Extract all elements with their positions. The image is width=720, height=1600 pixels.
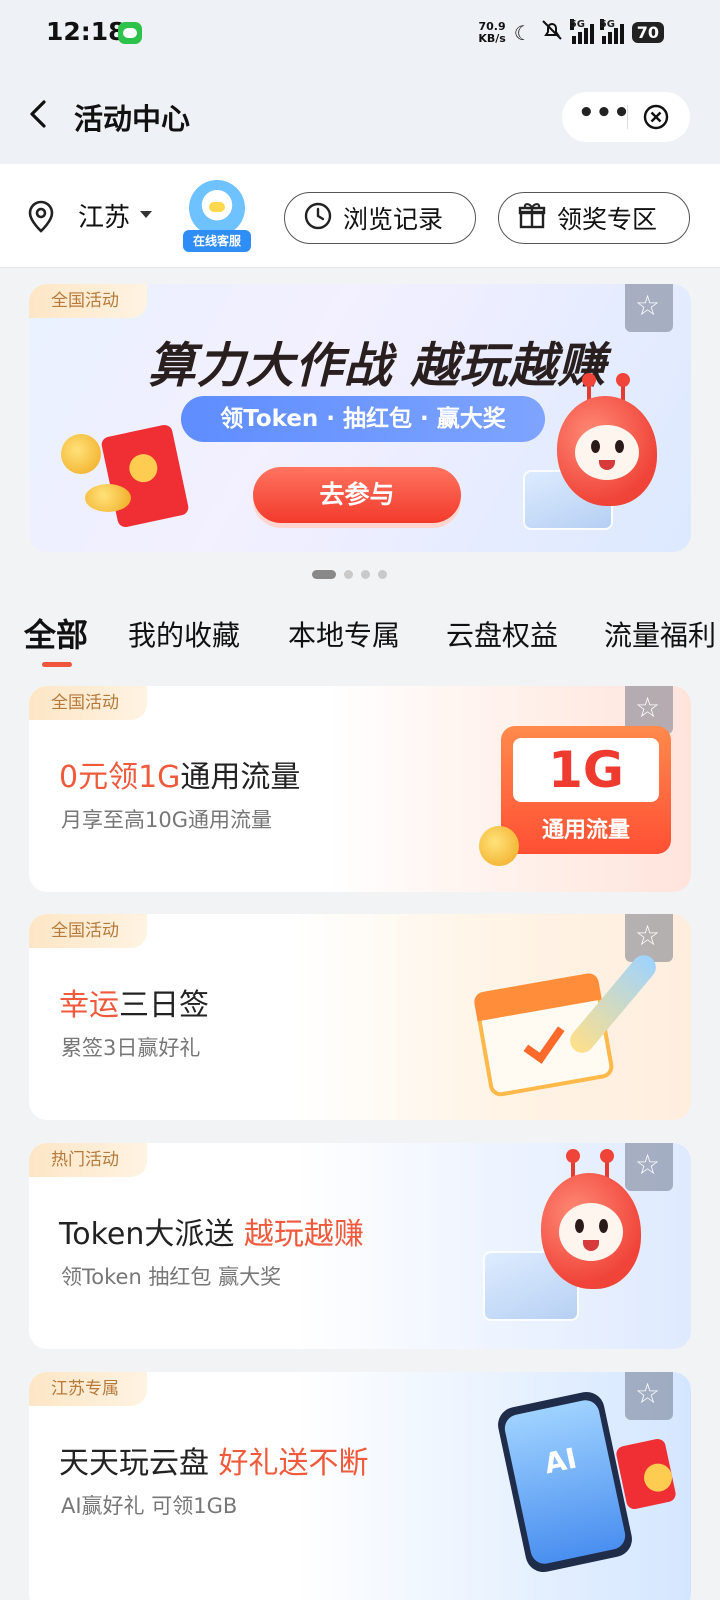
- signal-icon: 5G: [569, 18, 594, 44]
- tab-favorites[interactable]: 我的收藏: [128, 614, 240, 654]
- coin-illustration: [61, 434, 101, 474]
- activity-tag: 全国活动: [29, 686, 147, 720]
- card-description: 领Token 抽红包 赢大奖: [61, 1265, 282, 1289]
- card-title-highlight: 幸运: [59, 988, 119, 1023]
- red-packet-illustration: [100, 423, 190, 529]
- card-title-rest: 三日签: [119, 988, 209, 1023]
- data-package-illustration: 1G 通用流量: [371, 686, 691, 892]
- ticket-amount: 1G: [513, 738, 659, 802]
- caret-down-icon[interactable]: [140, 211, 152, 218]
- card-title-plain: 天天玩云盘: [59, 1446, 219, 1481]
- card-title-plain: Token大派送: [59, 1217, 244, 1252]
- activity-card[interactable]: 全国活动 幸运三日签 累签3日赢好礼: [29, 914, 691, 1120]
- banner-subtitle: 领Token · 抽红包 · 赢大奖: [181, 396, 545, 442]
- phone-illustration: [494, 1388, 636, 1576]
- tab-all[interactable]: 全部: [24, 610, 88, 656]
- mini-program-capsule: •••: [562, 92, 690, 142]
- network-type-2: 5G: [599, 18, 615, 30]
- data-ticket-illustration: 1G 通用流量: [501, 726, 671, 854]
- promo-banner[interactable]: 全国活动 算力大作战 越玩越赚 领Token · 抽红包 · 赢大奖 去参与: [29, 284, 691, 552]
- customer-service-avatar-icon: [189, 180, 245, 236]
- activity-card[interactable]: 江苏专属 天天玩云盘 好礼送不断 AI赢好礼 可领1GB: [29, 1372, 691, 1600]
- network-speed: 70.9 KB/s: [478, 19, 506, 45]
- network-speed-value: 70.9: [478, 19, 506, 33]
- clock-icon: [303, 201, 333, 235]
- activity-card[interactable]: 热门活动 Token大派送 越玩越赚 领Token 抽红包 赢大奖: [29, 1143, 691, 1349]
- card-description: AI赢好礼 可领1GB: [61, 1494, 238, 1518]
- signal-icon-2: 5G: [599, 18, 624, 44]
- card-title: Token大派送 越玩越赚: [59, 1209, 364, 1253]
- card-title: 天天玩云盘 好礼送不断: [59, 1438, 369, 1482]
- browsing-history-button[interactable]: 浏览记录: [284, 192, 476, 244]
- carousel-indicator: [312, 570, 387, 579]
- card-description: 月享至高10G通用流量: [61, 808, 272, 832]
- card-title: 幸运三日签: [59, 980, 209, 1024]
- red-packet-illustration: [614, 1437, 678, 1511]
- activity-tag: 全国活动: [29, 284, 147, 318]
- activity-tag: 江苏专属: [29, 1372, 147, 1406]
- tab-cloud-benefits[interactable]: 云盘权益: [446, 614, 558, 654]
- banner-title: 算力大作战 越玩越赚: [147, 338, 607, 394]
- status-bar: 12:18 70.9 KB/s ☾ 5G 5G 70: [0, 0, 720, 68]
- status-time: 12:18: [46, 17, 126, 46]
- mascot-illustration: [557, 372, 657, 506]
- reward-zone-label: 领奖专区: [557, 205, 658, 234]
- cloud-drive-ai-illustration: [371, 1372, 691, 1578]
- nav-header: 活动中心 •••: [0, 68, 720, 164]
- calendar-checkin-illustration: [371, 914, 691, 1120]
- network-type-1: 5G: [569, 18, 585, 30]
- card-title-highlight: 好礼送不断: [218, 1446, 369, 1481]
- activity-tag: 热门活动: [29, 1143, 147, 1177]
- gift-icon: [517, 201, 547, 235]
- card-title: 0元领1G通用流量: [59, 752, 300, 796]
- category-tabs: 全部 我的收藏 本地专属 云盘权益 流量福利: [0, 608, 720, 674]
- more-icon[interactable]: •••: [578, 100, 630, 132]
- card-title-highlight: 越玩越赚: [243, 1217, 364, 1252]
- page-title: 活动中心: [74, 102, 191, 136]
- network-speed-unit: KB/s: [478, 31, 506, 45]
- status-icons: 70.9 KB/s ☾ 5G 5G 70: [478, 18, 664, 47]
- reward-zone-button[interactable]: 领奖专区: [498, 192, 690, 244]
- activity-tag: 全国活动: [29, 914, 147, 948]
- coin-stack-illustration: [85, 484, 131, 512]
- province-selector[interactable]: 江苏: [78, 197, 130, 234]
- ticket-label: 通用流量: [541, 818, 630, 843]
- mute-bell-icon: [540, 18, 564, 47]
- close-circle-icon[interactable]: [642, 103, 670, 131]
- carousel-dot[interactable]: [378, 570, 387, 579]
- mascot-illustration: [541, 1148, 641, 1289]
- card-title-rest: 通用流量: [180, 760, 301, 795]
- join-button[interactable]: 去参与: [253, 467, 461, 523]
- tab-data-welfare[interactable]: 流量福利: [604, 614, 716, 654]
- capsule-divider: [627, 105, 628, 129]
- star-icon[interactable]: [625, 284, 673, 332]
- carousel-dot[interactable]: [312, 570, 336, 579]
- filter-bar: 江苏 在线客服 浏览记录 领奖专区: [0, 164, 720, 268]
- chevron-left-icon[interactable]: [22, 96, 58, 132]
- active-tab-indicator: [42, 662, 72, 667]
- customer-service-button[interactable]: 在线客服: [183, 180, 251, 252]
- customer-service-label: 在线客服: [183, 230, 251, 252]
- moon-icon: ☾: [513, 20, 532, 45]
- message-notification-icon: [118, 22, 142, 44]
- browsing-history-label: 浏览记录: [343, 205, 444, 234]
- activity-card[interactable]: 全国活动 0元领1G通用流量 月享至高10G通用流量 1G 通用流量: [29, 686, 691, 892]
- battery-icon: 70: [631, 22, 664, 43]
- tab-local[interactable]: 本地专属: [288, 614, 400, 654]
- mascot-gift-illustration: [371, 1143, 691, 1349]
- card-title-highlight: 0元领1G: [59, 760, 181, 795]
- card-description: 累签3日赢好礼: [61, 1036, 201, 1060]
- location-pin-icon[interactable]: [26, 200, 56, 234]
- carousel-dot[interactable]: [344, 570, 353, 579]
- emoji-illustration: [479, 826, 519, 866]
- carousel-dot[interactable]: [361, 570, 370, 579]
